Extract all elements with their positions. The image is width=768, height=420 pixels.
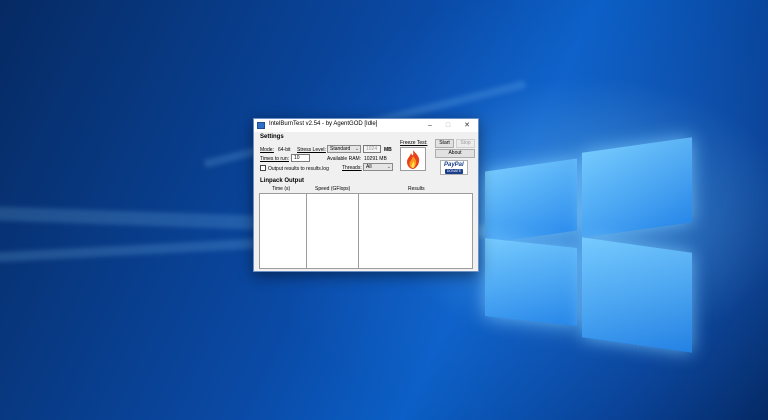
- column-divider: [306, 194, 307, 268]
- available-ram-value: 10291 MB: [364, 156, 387, 162]
- column-header-results: Results: [408, 186, 425, 192]
- freeze-test-label: Freeze Test:: [400, 140, 428, 146]
- threads-label: Threads:: [342, 165, 362, 171]
- donate-label: DONATE: [445, 169, 463, 174]
- stress-level-label: Stress Level:: [297, 147, 326, 153]
- stop-button[interactable]: Stop: [456, 139, 475, 148]
- start-button[interactable]: Start: [435, 139, 454, 148]
- about-button[interactable]: About: [435, 149, 475, 158]
- column-divider: [358, 194, 359, 268]
- linpack-output-table[interactable]: [259, 193, 473, 269]
- available-ram-label: Available RAM:: [327, 156, 362, 162]
- stress-level-value: Standard: [330, 146, 351, 152]
- threads-value: All: [366, 164, 372, 170]
- windows-logo-pane: [582, 137, 692, 238]
- output-log-label[interactable]: Output results to results.log: [268, 166, 329, 172]
- intelburntest-window: IntelBurnTest v2.54 - by AgentGOD [Idle]…: [253, 118, 479, 272]
- windows-logo-pane: [582, 237, 692, 353]
- paypal-logo-text: PayPal: [444, 162, 464, 168]
- mode-label: Mode:: [260, 147, 274, 153]
- memory-size-input[interactable]: 1024: [363, 145, 381, 153]
- intelburntest-app-icon: [257, 122, 265, 129]
- linpack-output-group-label: Linpack Output: [260, 178, 304, 184]
- threads-select[interactable]: All ⌄: [363, 163, 393, 171]
- output-log-checkbox[interactable]: [260, 165, 266, 171]
- chevron-down-icon: ⌄: [386, 164, 391, 170]
- times-to-run-label: Times to run:: [260, 156, 289, 162]
- column-header-time: Time (s): [272, 186, 291, 192]
- mode-value: 64-bit: [278, 147, 291, 153]
- paypal-donate-icon[interactable]: PayPal DONATE: [440, 160, 468, 175]
- windows-logo-pane: [485, 238, 577, 326]
- column-header-speed: Speed (GFlops): [315, 186, 351, 192]
- flame-icon[interactable]: [400, 147, 426, 171]
- flame-graphic: [401, 148, 425, 170]
- settings-group-label: Settings: [260, 134, 284, 140]
- stress-level-select[interactable]: Standard ⌄: [327, 145, 361, 153]
- times-to-run-input[interactable]: 10: [291, 154, 310, 162]
- chevron-down-icon: ⌄: [354, 146, 359, 152]
- windows-logo-pane: [485, 158, 577, 244]
- maximize-button[interactable]: □: [440, 120, 456, 131]
- memory-unit-label: MB: [384, 147, 392, 153]
- title-bar[interactable]: IntelBurnTest v2.54 - by AgentGOD [Idle]…: [254, 119, 478, 132]
- windows-logo: [485, 137, 695, 360]
- close-button[interactable]: ✕: [459, 120, 475, 131]
- minimize-button[interactable]: –: [422, 120, 438, 131]
- window-title: IntelBurnTest v2.54 - by AgentGOD [Idle]: [269, 121, 378, 127]
